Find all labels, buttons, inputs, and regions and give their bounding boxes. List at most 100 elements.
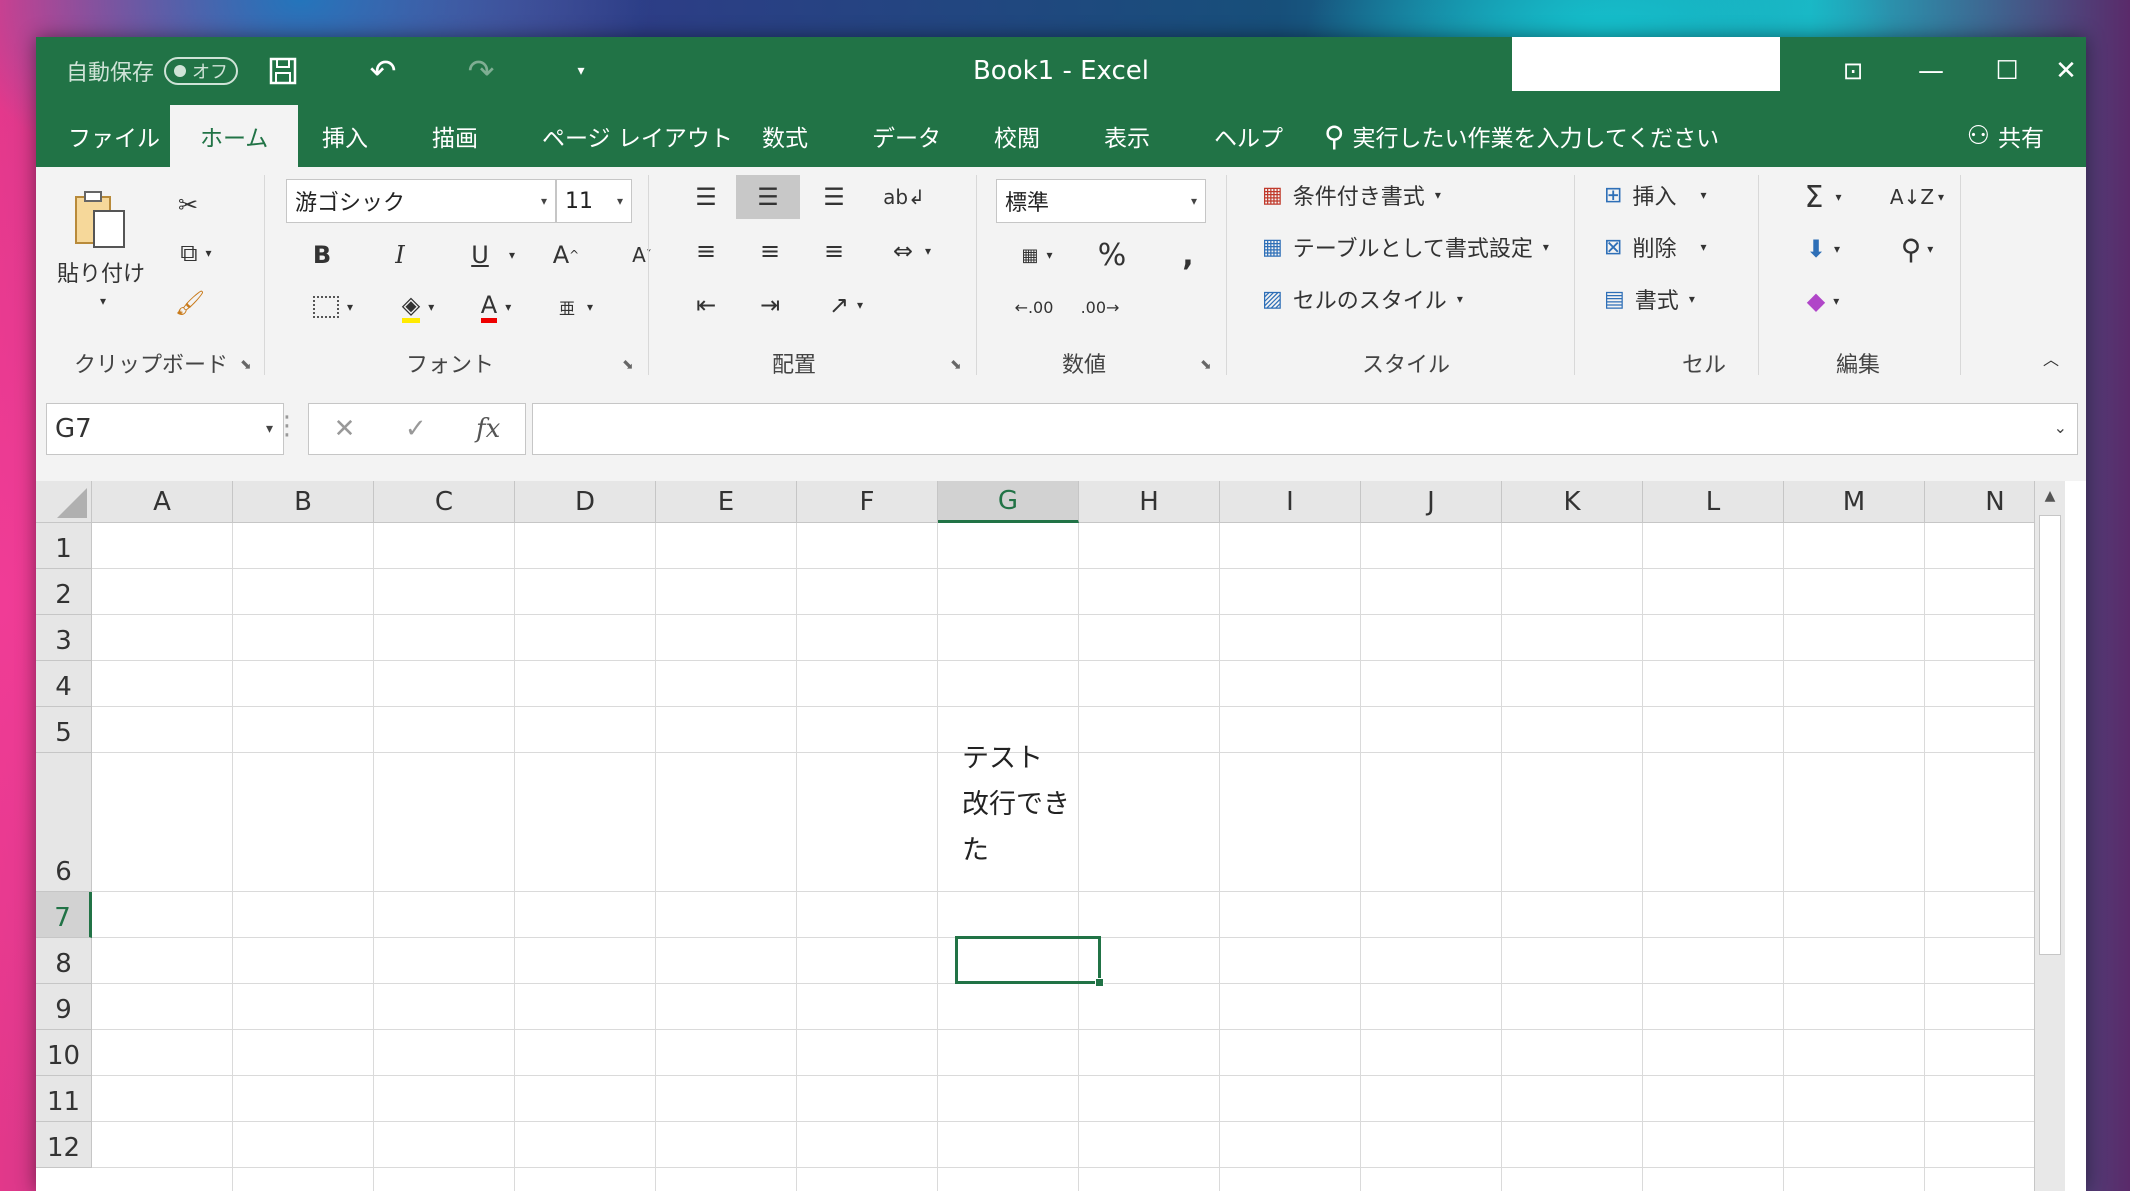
column-header-a[interactable]: A [92, 481, 233, 523]
delete-cells-button[interactable]: ⊠ 削除 ▾ [1604, 225, 1706, 269]
row-header-1[interactable]: 1 [36, 523, 92, 569]
number-format-select[interactable]: 標準 ▾ [996, 179, 1206, 223]
cell-styles-button[interactable]: ▨ セルのスタイル ▾ [1262, 277, 1463, 321]
column-header-j[interactable]: J [1361, 481, 1502, 523]
formula-splitter-icon[interactable]: ⋮ [274, 411, 300, 441]
align-middle-icon[interactable]: ☰ [736, 175, 800, 219]
worksheet-grid[interactable]: ABCDEFGHIJKLMN 1 2 3 4 5 6 7 8 9 10 11 12 テスト 改行でき … [36, 481, 2034, 1191]
tab-formulas[interactable]: 数式 [762, 105, 808, 167]
column-header-b[interactable]: B [233, 481, 374, 523]
format-as-table-button[interactable]: ▦ テーブルとして書式設定 ▾ [1262, 225, 1549, 269]
tab-draw[interactable]: 描画 [432, 105, 478, 167]
conditional-formatting-button[interactable]: ▦ 条件付き書式 ▾ [1262, 173, 1441, 217]
underline-dropdown-icon[interactable]: ▾ [502, 233, 522, 277]
column-header-n[interactable]: N [1925, 481, 2034, 523]
tab-review[interactable]: 校閲 [994, 105, 1040, 167]
align-right-icon[interactable]: ≡ [806, 229, 862, 273]
name-box[interactable]: G7 ▾ [46, 403, 284, 455]
enter-icon[interactable]: ✓ [405, 414, 427, 444]
font-family-select[interactable]: 游ゴシック ▾ [286, 179, 556, 223]
close-button[interactable]: ✕ [2046, 37, 2086, 105]
phonetic-guide-icon[interactable]: 亜 ▾ [536, 285, 616, 329]
merge-center-icon[interactable]: ⇔ ▾ [872, 229, 952, 273]
tab-page-layout[interactable]: ページ レイアウト [542, 105, 733, 167]
find-select-icon[interactable]: ⚲ ▾ [1882, 227, 1952, 271]
row-header-9[interactable]: 9 [36, 984, 92, 1030]
ribbon-display-icon[interactable]: ⊡ [1816, 37, 1890, 105]
orientation-icon[interactable]: ↗ ▾ [806, 283, 886, 327]
row-header-5[interactable]: 5 [36, 707, 92, 753]
column-header-f[interactable]: F [797, 481, 938, 523]
font-size-select[interactable]: 11 ▾ [556, 179, 632, 223]
increase-decimal-icon[interactable]: ←.00 [1006, 285, 1062, 329]
copy-icon[interactable]: ⧉ ▾ [166, 233, 226, 273]
column-header-d[interactable]: D [515, 481, 656, 523]
font-launcher-icon[interactable]: ⬊ [622, 357, 634, 373]
row-header-7[interactable]: 7 [36, 892, 92, 938]
alignment-launcher-icon[interactable]: ⬊ [950, 357, 962, 373]
cut-icon[interactable]: ✂ [168, 185, 208, 225]
share-button[interactable]: ⚇ 共有 [1967, 105, 2044, 167]
bold-button[interactable]: B [302, 233, 342, 277]
row-header-3[interactable]: 3 [36, 615, 92, 661]
percent-style-icon[interactable]: % [1090, 233, 1134, 277]
increase-indent-icon[interactable]: ⇥ [742, 283, 798, 327]
column-header-g[interactable]: G [938, 481, 1079, 523]
format-painter-icon[interactable]: 🖌 [170, 283, 210, 323]
tab-home[interactable]: ホーム [170, 105, 299, 167]
vertical-scrollbar[interactable]: ▲ [2034, 481, 2065, 1191]
autosum-icon[interactable]: Σ ▾ [1788, 175, 1858, 219]
align-top-icon[interactable]: ☰ [678, 175, 734, 219]
minimize-button[interactable]: — [1894, 37, 1968, 105]
align-bottom-icon[interactable]: ☰ [806, 175, 862, 219]
row-header-12[interactable]: 12 [36, 1122, 92, 1168]
active-cell-g7[interactable] [955, 936, 1104, 987]
fill-icon[interactable]: ⬇ ▾ [1788, 227, 1858, 271]
font-color-icon[interactable]: A ▾ [456, 285, 536, 329]
paste-icon[interactable] [60, 185, 140, 255]
italic-button[interactable]: I [380, 233, 420, 277]
insert-function-icon[interactable]: fx [476, 414, 500, 444]
cell-g6[interactable]: テスト 改行でき た [962, 736, 1102, 874]
column-header-e[interactable]: E [656, 481, 797, 523]
wrap-text-icon[interactable]: ab↲ [876, 175, 932, 219]
tab-insert[interactable]: 挿入 [322, 105, 368, 167]
cancel-icon[interactable]: ✕ [334, 414, 356, 444]
fill-color-icon[interactable]: ◈ ▾ [378, 285, 458, 329]
decrease-indent-icon[interactable]: ⇤ [678, 283, 734, 327]
column-header-h[interactable]: H [1079, 481, 1220, 523]
column-header-m[interactable]: M [1784, 481, 1925, 523]
underline-button[interactable]: U [460, 233, 500, 277]
decrease-font-icon[interactable]: Aˇ [620, 233, 664, 277]
align-left-icon[interactable]: ≡ [678, 229, 734, 273]
select-all-button[interactable] [36, 481, 92, 523]
row-header-10[interactable]: 10 [36, 1030, 92, 1076]
formula-input[interactable]: ⌄ [532, 403, 2078, 455]
format-cells-button[interactable]: ▤ 書式 ▾ [1604, 277, 1695, 321]
insert-cells-button[interactable]: ⊞ 挿入 ▾ [1604, 173, 1706, 217]
tab-data[interactable]: データ [872, 105, 941, 167]
clear-icon[interactable]: ◆ ▾ [1788, 279, 1858, 323]
column-header-c[interactable]: C [374, 481, 515, 523]
clipboard-launcher-icon[interactable]: ⬊ [240, 357, 252, 373]
decrease-decimal-icon[interactable]: .00→ [1072, 285, 1128, 329]
column-header-k[interactable]: K [1502, 481, 1643, 523]
row-header-2[interactable]: 2 [36, 569, 92, 615]
paste-button[interactable]: 貼り付け [56, 257, 146, 287]
accounting-format-icon[interactable]: ▦ ▾ [1002, 233, 1072, 277]
collapse-ribbon-icon[interactable]: ︿ [2036, 343, 2066, 373]
column-header-l[interactable]: L [1643, 481, 1784, 523]
align-center-icon[interactable]: ≡ [742, 229, 798, 273]
comma-style-icon[interactable]: , [1166, 233, 1210, 277]
increase-font-icon[interactable]: A ^ [544, 233, 588, 277]
row-header-6[interactable]: 6 [36, 753, 92, 892]
expand-formula-icon[interactable]: ⌄ [2054, 418, 2067, 437]
row-header-8[interactable]: 8 [36, 938, 92, 984]
tab-file[interactable]: ファイル [68, 105, 160, 167]
maximize-button[interactable]: ☐ [1970, 37, 2044, 105]
tell-me-search[interactable]: ⚲ 実行したい作業を入力してください [1324, 105, 1719, 167]
tab-view[interactable]: 表示 [1104, 105, 1150, 167]
scroll-up-icon[interactable]: ▲ [2035, 481, 2065, 511]
column-header-i[interactable]: I [1220, 481, 1361, 523]
row-header-11[interactable]: 11 [36, 1076, 92, 1122]
